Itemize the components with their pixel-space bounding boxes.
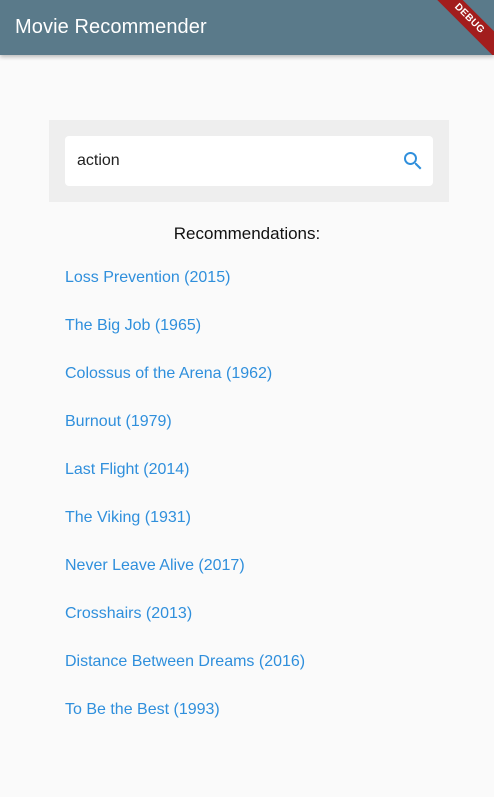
search-input[interactable] (77, 136, 377, 186)
search-panel (49, 120, 449, 202)
search-icon[interactable] (401, 149, 425, 173)
recommendation-item[interactable]: Loss Prevention (2015) (65, 267, 305, 315)
recommendation-item[interactable]: Never Leave Alive (2017) (65, 555, 305, 603)
recommendation-item[interactable]: To Be the Best (1993) (65, 699, 305, 747)
recommendations-list: Loss Prevention (2015) The Big Job (1965… (65, 267, 305, 747)
recommendation-item[interactable]: Distance Between Dreams (2016) (65, 651, 305, 699)
search-box[interactable] (65, 136, 433, 186)
main-content: Recommendations: Loss Prevention (2015) … (0, 55, 494, 797)
app-bar: Movie Recommender DEBUG (0, 0, 494, 55)
recommendation-item[interactable]: The Viking (1931) (65, 507, 305, 555)
app-title: Movie Recommender (15, 16, 207, 38)
recommendation-item[interactable]: Burnout (1979) (65, 411, 305, 459)
recommendation-item[interactable]: Crosshairs (2013) (65, 603, 305, 651)
debug-banner: DEBUG (423, 0, 494, 55)
recommendation-item[interactable]: Colossus of the Arena (1962) (65, 363, 305, 411)
recommendation-item[interactable]: The Big Job (1965) (65, 315, 305, 363)
recommendations-heading: Recommendations: (173, 224, 321, 243)
recommendation-item[interactable]: Last Flight (2014) (65, 459, 305, 507)
